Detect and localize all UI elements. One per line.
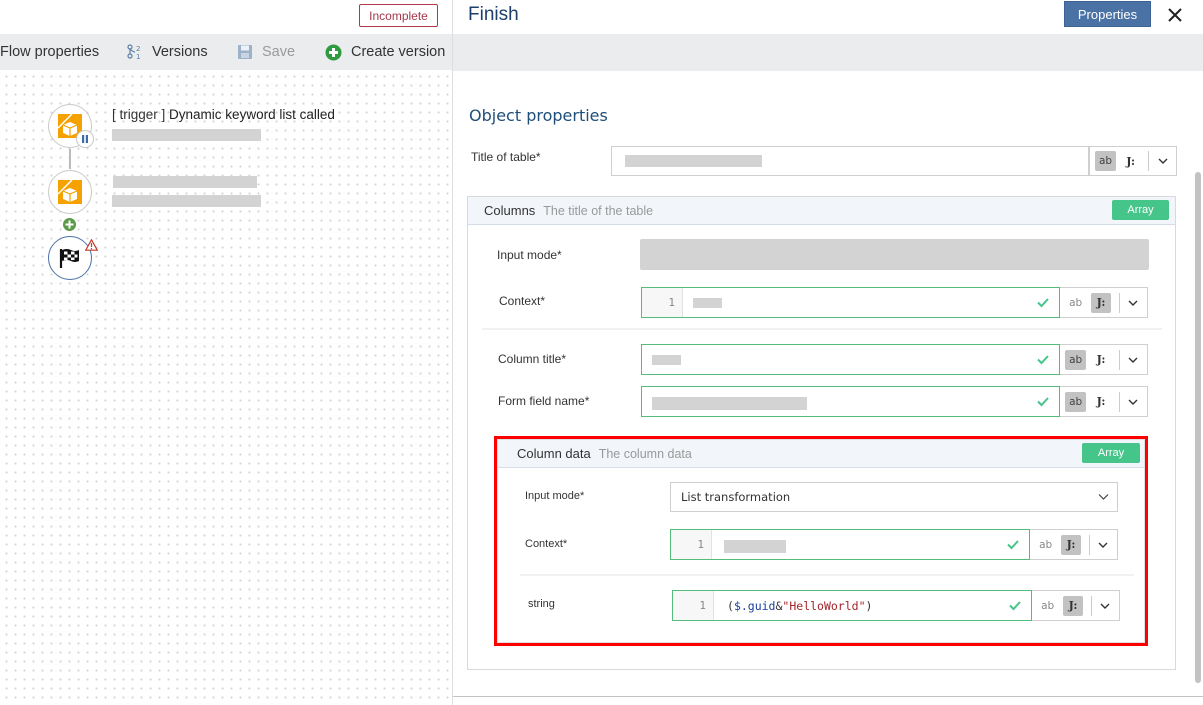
pause-badge[interactable] xyxy=(76,130,94,148)
status-badge[interactable]: Incomplete xyxy=(359,4,438,27)
array-badge[interactable]: Array xyxy=(1112,200,1169,220)
text-mode-button[interactable]: ab xyxy=(1095,151,1117,171)
pause-icon xyxy=(82,135,88,143)
mode-dropdown-button[interactable] xyxy=(1120,300,1147,306)
json-mode-button[interactable]: J: xyxy=(1091,292,1111,313)
panel-header: Finish Properties xyxy=(453,0,1203,34)
mode-dropdown-button[interactable] xyxy=(1120,399,1147,405)
add-step-button[interactable] xyxy=(63,218,76,231)
flow-properties-label: Flow properties xyxy=(0,44,100,60)
create-version-button[interactable]: Create version xyxy=(325,34,445,70)
column-title-label: Column title* xyxy=(498,352,567,366)
input-mode-select[interactable] xyxy=(640,239,1149,270)
text-mode-button[interactable]: ab xyxy=(1065,293,1086,313)
redacted-text xyxy=(112,195,261,207)
flow-properties-button[interactable]: Flow properties xyxy=(0,34,99,70)
close-button[interactable] xyxy=(1168,2,1182,27)
action-node[interactable] xyxy=(48,170,92,214)
text-mode-button[interactable]: ab xyxy=(1065,391,1087,412)
check-icon xyxy=(1037,354,1049,364)
redacted-text xyxy=(112,129,261,141)
redacted-text xyxy=(113,176,257,188)
flow-header: Incomplete xyxy=(0,0,452,34)
input-mode-label: Input mode* xyxy=(497,248,562,262)
line-number: 1 xyxy=(642,288,683,317)
form-field-name-mode-switch: ab J: xyxy=(1060,386,1148,417)
redacted-text xyxy=(652,397,807,410)
title-of-table-label: Title of table* xyxy=(471,150,541,164)
group-description: The title of the table xyxy=(543,203,654,218)
box-icon xyxy=(57,179,82,204)
flow-editor-pane: Incomplete Flow properties 2 1 Versions xyxy=(0,0,452,705)
chevron-down-icon xyxy=(1128,300,1138,306)
json-mode-button[interactable]: J: xyxy=(1091,392,1110,412)
checkered-flag-icon xyxy=(59,249,79,268)
check-icon xyxy=(1037,297,1049,307)
context-label: Context* xyxy=(499,294,546,308)
trigger-node-title: [ trigger ] Dynamic keyword list called xyxy=(112,107,335,122)
context-input[interactable]: 1 xyxy=(641,287,1060,318)
text-mode-button[interactable]: ab xyxy=(1065,349,1087,370)
svg-text:1: 1 xyxy=(136,53,140,60)
scrollbar[interactable] xyxy=(1195,172,1201,683)
panel-toolbar xyxy=(453,34,1203,71)
create-version-label: Create version xyxy=(351,44,446,60)
json-mode-button[interactable]: J: xyxy=(1091,350,1110,370)
properties-button[interactable]: Properties xyxy=(1064,1,1151,27)
title-of-table-mode-switch: ab J: xyxy=(1089,146,1177,176)
column-title-input[interactable] xyxy=(641,344,1060,375)
panel-title: Finish xyxy=(468,4,519,25)
columns-group-header[interactable]: Columns The title of the table xyxy=(468,197,1175,225)
section-title: Object properties xyxy=(469,106,608,125)
redacted-text xyxy=(693,298,722,308)
trigger-tag: [ trigger ] xyxy=(112,107,166,122)
warning-icon xyxy=(84,236,99,255)
trigger-title: Dynamic keyword list called xyxy=(169,107,335,122)
flow-connector xyxy=(69,149,71,169)
highlight-annotation xyxy=(494,436,1148,646)
plus-circle-icon xyxy=(325,44,342,61)
group-name: Columns xyxy=(484,203,536,218)
versions-button[interactable]: 2 1 Versions xyxy=(127,34,208,70)
save-label: Save xyxy=(262,44,296,60)
column-title-mode-switch: ab J: xyxy=(1060,344,1148,375)
mode-dropdown-button[interactable] xyxy=(1120,357,1147,363)
svg-text:2: 2 xyxy=(136,45,140,53)
redacted-text xyxy=(652,355,681,365)
close-icon xyxy=(1168,8,1182,22)
versions-label: Versions xyxy=(152,44,208,60)
chevron-down-icon xyxy=(1158,158,1168,164)
flow-canvas[interactable]: [ trigger ] Dynamic keyword list called xyxy=(0,70,452,705)
panel-divider xyxy=(453,696,1203,697)
divider xyxy=(482,328,1162,330)
json-mode-button[interactable]: J: xyxy=(1121,151,1140,171)
save-button[interactable]: Save xyxy=(237,34,295,70)
versions-icon: 2 1 xyxy=(127,44,143,60)
chevron-down-icon xyxy=(1128,357,1138,363)
chevron-down-icon xyxy=(1128,399,1138,405)
check-icon xyxy=(1037,396,1049,406)
title-of-table-input[interactable] xyxy=(611,146,1089,176)
save-icon xyxy=(237,44,253,60)
form-field-name-label: Form field name* xyxy=(498,394,590,408)
plus-icon xyxy=(65,220,74,229)
form-field-name-input[interactable] xyxy=(641,386,1060,417)
flow-toolbar: Flow properties 2 1 Versions Save Create… xyxy=(0,34,452,70)
mode-dropdown-button[interactable] xyxy=(1149,158,1176,164)
context-mode-switch: ab J: xyxy=(1060,287,1148,318)
redacted-text xyxy=(625,155,762,167)
